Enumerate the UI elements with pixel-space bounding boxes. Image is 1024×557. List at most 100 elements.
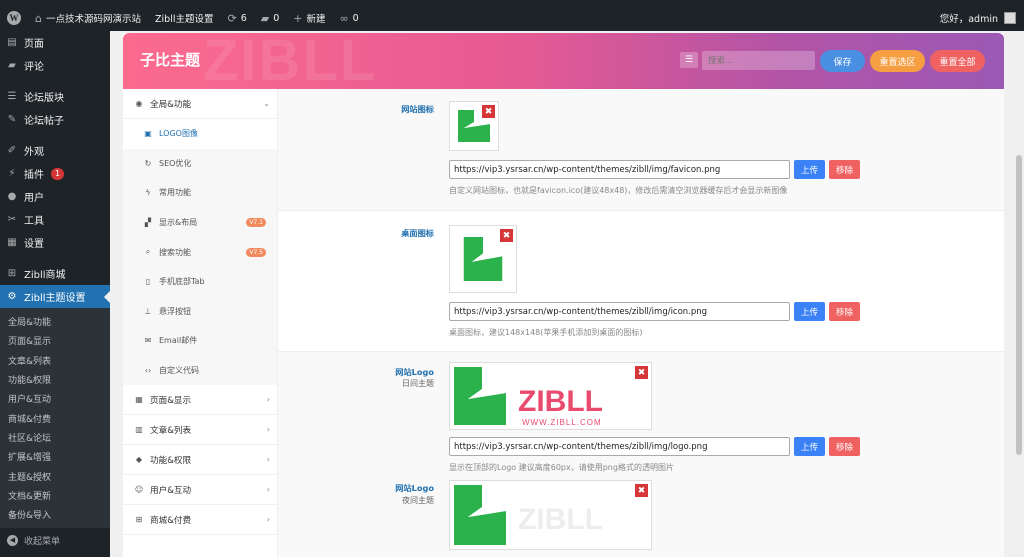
- sidebar-item-settings[interactable]: ▦ 设置: [0, 231, 110, 254]
- sidebar-item-pages[interactable]: ▤ 页面: [0, 31, 110, 54]
- sidebar-item-theme-settings[interactable]: ⚙ Zibll主题设置: [0, 285, 110, 308]
- logo-brand-text: ZIBLL: [518, 385, 603, 418]
- nav-group-label: 页面&显示: [150, 395, 192, 406]
- site-name-link[interactable]: ⌂ 一点技术源码网演示站: [28, 5, 148, 31]
- reset-all-button[interactable]: 重置全部: [930, 50, 985, 72]
- submenu-item[interactable]: 备份&导入: [0, 505, 110, 524]
- sidebar-item-label: 论坛版块: [24, 93, 64, 104]
- zibll-logo-image: ZIBLL WWW.ZIBLL.COM: [454, 367, 603, 427]
- theme-settings-link[interactable]: Zibll主题设置: [148, 5, 220, 31]
- chevron-right-icon: ›: [266, 515, 270, 525]
- nav-sub-label: SEO优化: [159, 158, 192, 168]
- plugins-badge: 1: [51, 167, 65, 180]
- remove-button[interactable]: 移除: [829, 437, 860, 456]
- field-label: 网站Logo: [395, 367, 434, 377]
- sidebar-item-appearance[interactable]: ✐ 外观: [0, 139, 110, 162]
- nav-group-users[interactable]: ☺ 用户&互动 ›: [123, 475, 277, 506]
- submenu-item[interactable]: 文章&列表: [0, 351, 110, 370]
- nav-sub-email[interactable]: ✉ Email邮件: [123, 326, 277, 356]
- nav-sub-seo[interactable]: ↻ SEO优化: [123, 149, 277, 179]
- link-icon: ∞: [339, 11, 349, 25]
- wp-logo-button[interactable]: W: [0, 5, 28, 31]
- save-button[interactable]: 保存: [820, 50, 865, 72]
- header-watermark: ZIBLL: [203, 33, 378, 89]
- submenu-item[interactable]: 全局&功能: [0, 312, 110, 331]
- comments-count: 0: [273, 12, 280, 24]
- submenu-item[interactable]: 主题&授权: [0, 466, 110, 485]
- updates-link[interactable]: ⟳ 6: [220, 5, 253, 31]
- updates-icon: ⟳: [227, 11, 237, 25]
- nav-sub-common[interactable]: ϟ 常用功能: [123, 178, 277, 208]
- sidebar-item-label: 用户: [24, 193, 44, 204]
- zibll-logo-image: ZIBLL: [454, 485, 603, 545]
- desktop-icon-url-input[interactable]: https://vip3.ysrsar.cn/wp-content/themes…: [449, 302, 790, 321]
- sidebar-item-comments[interactable]: ▰ 评论: [0, 54, 110, 77]
- account-menu[interactable]: 您好，admin: [940, 11, 1024, 25]
- nav-sub-label: 常用功能: [159, 188, 191, 198]
- favicon-preview: ✖: [449, 101, 499, 151]
- upload-button[interactable]: 上传: [794, 437, 825, 456]
- page-title: 子比主题: [140, 51, 201, 69]
- sidebar-item-shop[interactable]: ⊞ Zibll商城: [0, 262, 110, 285]
- gear-icon: ⚙: [7, 291, 17, 302]
- wrench-icon: ✂: [7, 214, 17, 225]
- sidebar-item-tools[interactable]: ✂ 工具: [0, 208, 110, 231]
- submenu-item[interactable]: 社区&论坛: [0, 428, 110, 447]
- sidebar-item-posts[interactable]: ✎ 论坛帖子: [0, 108, 110, 131]
- cart-icon: ⊞: [135, 515, 143, 525]
- field-favicon: 网站图标 ✖ https://vip3.ysrsar.cn/wp-content…: [278, 89, 1004, 211]
- reset-section-button[interactable]: 重置选区: [870, 50, 925, 72]
- close-icon[interactable]: ✖: [500, 229, 513, 242]
- nav-sub-label: LOGO图像: [159, 129, 198, 139]
- nav-sub-search[interactable]: ⌕ 搜索功能 V7.5: [123, 237, 277, 267]
- nav-group-permissions[interactable]: ◆ 功能&权限 ›: [123, 445, 277, 476]
- map-icon: ▥: [135, 425, 143, 435]
- nav-sub-mobile-tab[interactable]: ▯ 手机底部Tab: [123, 267, 277, 297]
- close-icon[interactable]: ✖: [635, 366, 648, 379]
- nav-sub-layout[interactable]: ▞ 显示&布局 V7.1: [123, 208, 277, 238]
- nav-group-shop[interactable]: ⊞ 商城&付费 ›: [123, 505, 277, 536]
- sidebar-item-label: 论坛帖子: [24, 116, 64, 127]
- nav-sub-label: 悬浮按钮: [159, 306, 191, 316]
- sidebar-item-label: Zibll商城: [24, 270, 66, 281]
- logo-day-url-input[interactable]: https://vip3.ysrsar.cn/wp-content/themes…: [449, 437, 790, 456]
- pin-icon: ⊥: [144, 306, 152, 316]
- nav-sub-logo[interactable]: ▣ LOGO图像: [123, 119, 277, 149]
- bolt-icon: ϟ: [145, 188, 151, 198]
- collapse-menu-button[interactable]: ◀ 收起菜单: [0, 529, 110, 551]
- new-content-link[interactable]: + 新建: [286, 5, 332, 31]
- page-scrollbar[interactable]: [1014, 31, 1024, 557]
- links-link[interactable]: ∞ 0: [332, 5, 365, 31]
- submenu-item[interactable]: 扩展&增强: [0, 447, 110, 466]
- nav-group-global[interactable]: ◉ 全局&功能 ⌄: [123, 89, 277, 119]
- remove-button[interactable]: 移除: [829, 302, 860, 321]
- close-icon[interactable]: ✖: [482, 105, 495, 118]
- field-description: 桌面图标，建议148x148(苹果手机添加到桌面的图标): [449, 328, 643, 337]
- nav-sub-float-button[interactable]: ⊥ 悬浮按钮: [123, 297, 277, 327]
- search-input[interactable]: [702, 51, 815, 70]
- sidebar-item-forum[interactable]: ☰ 论坛版块: [0, 85, 110, 108]
- favicon-url-input[interactable]: https://vip3.ysrsar.cn/wp-content/themes…: [449, 160, 790, 179]
- expand-list-icon[interactable]: ☰: [680, 52, 698, 68]
- scrollbar-thumb[interactable]: [1016, 155, 1022, 455]
- settings-icon: ▦: [7, 237, 17, 248]
- submenu-item[interactable]: 功能&权限: [0, 370, 110, 389]
- nav-group-pages[interactable]: ▦ 页面&显示 ›: [123, 385, 277, 416]
- sidebar-item-plugins[interactable]: ⚡ 插件 1: [0, 162, 110, 185]
- nav-sub-code[interactable]: ‹› 自定义代码: [123, 356, 277, 386]
- close-icon[interactable]: ✖: [635, 484, 648, 497]
- submenu-item[interactable]: 用户&互动: [0, 389, 110, 408]
- upload-button[interactable]: 上传: [794, 160, 825, 179]
- remove-button[interactable]: 移除: [829, 160, 860, 179]
- logo-brand-text: ZIBLL: [518, 503, 603, 536]
- nav-group-articles[interactable]: ▥ 文章&列表 ›: [123, 415, 277, 446]
- sidebar-item-users[interactable]: ● 用户: [0, 185, 110, 208]
- submenu-item[interactable]: 商城&付费: [0, 408, 110, 427]
- sidebar-item-label: 插件: [24, 170, 44, 181]
- sidebar-item-label: 外观: [24, 147, 44, 158]
- submenu-item[interactable]: 文档&更新: [0, 486, 110, 505]
- submenu-item[interactable]: 页面&显示: [0, 331, 110, 350]
- comments-link[interactable]: ▰ 0: [254, 5, 287, 31]
- sidebar-submenu: 全局&功能 页面&显示 文章&列表 功能&权限 用户&互动 商城&付费 社区&论…: [0, 308, 110, 529]
- upload-button[interactable]: 上传: [794, 302, 825, 321]
